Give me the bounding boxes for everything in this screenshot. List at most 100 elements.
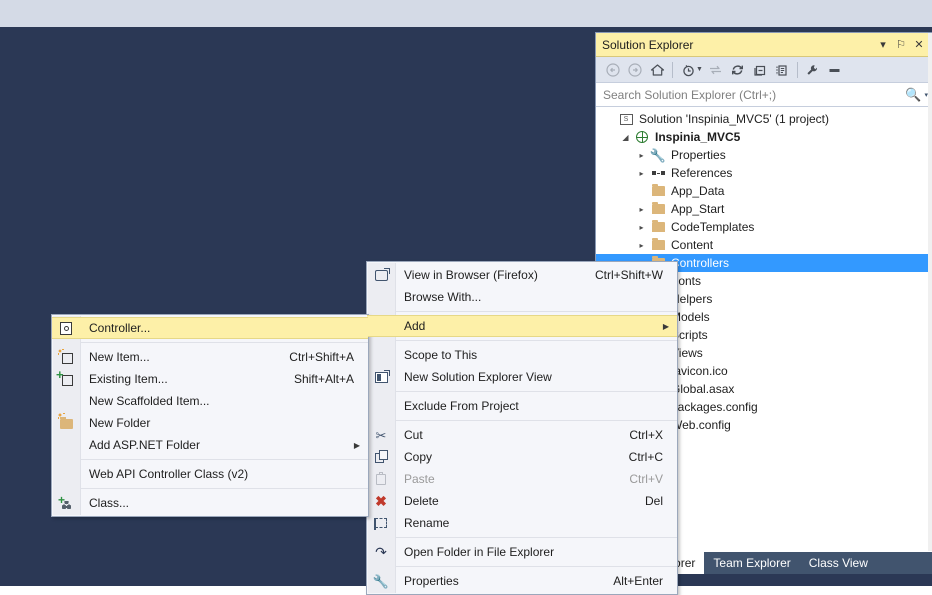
- tree-item-label: Inspinia_MVC5: [651, 130, 740, 144]
- add-submenu-item[interactable]: New Folder: [52, 412, 368, 434]
- back-icon[interactable]: [602, 60, 624, 80]
- pending-changes-dropdown-icon[interactable]: ▼: [696, 66, 703, 73]
- context-menu-item[interactable]: New Solution Explorer View: [367, 366, 677, 388]
- add-submenu-item[interactable]: Web API Controller Class (v2): [52, 463, 368, 485]
- preview-selected-items-icon[interactable]: [824, 60, 846, 80]
- menu-item-label: Copy: [395, 450, 629, 464]
- tree-item[interactable]: ▸ References: [596, 164, 932, 182]
- menu-item-label: Exclude From Project: [395, 399, 677, 413]
- context-menu-item[interactable]: Exclude From Project: [367, 395, 677, 417]
- context-menu-item[interactable]: ↷Open Folder in File Explorer: [367, 541, 677, 563]
- vertical-scrollbar[interactable]: [928, 33, 932, 551]
- add-submenu-item[interactable]: Add ASP.NET Folder▶: [52, 434, 368, 456]
- controller-icon: [52, 322, 80, 335]
- delete-icon: ✖: [367, 494, 395, 508]
- tree-item-label: Solution 'Inspinia_MVC5' (1 project): [635, 112, 829, 126]
- menu-item-label: Controller...: [80, 321, 368, 335]
- menu-item-shortcut: Ctrl+X: [629, 428, 677, 442]
- submenu-arrow-icon: ▶: [663, 322, 669, 331]
- menu-separator: [396, 537, 677, 538]
- properties-icon: 🔧: [649, 149, 667, 162]
- references-icon: [649, 171, 667, 175]
- sync-with-active-document-icon[interactable]: [705, 60, 727, 80]
- search-input[interactable]: [603, 88, 905, 102]
- menu-item-label: Class...: [80, 496, 368, 510]
- menu-separator: [81, 488, 368, 489]
- context-menu-item[interactable]: Add▶: [367, 315, 677, 337]
- pin-icon[interactable]: ⚐: [892, 36, 910, 54]
- tree-item[interactable]: App_Data: [596, 182, 932, 200]
- tree-item-label: App_Start: [667, 202, 724, 216]
- tab-team-explorer[interactable]: Team Explorer: [704, 552, 799, 574]
- context-menu-item[interactable]: Rename: [367, 512, 677, 534]
- menu-item-label: New Scaffolded Item...: [80, 394, 368, 408]
- add-submenu[interactable]: Controller... New Item...Ctrl+Shift+AExis…: [51, 314, 369, 517]
- search-icon[interactable]: 🔍: [905, 88, 921, 101]
- properties-window-icon[interactable]: [802, 60, 824, 80]
- web-project-icon: [633, 131, 651, 143]
- toolbar-separator-2: [797, 62, 798, 78]
- menu-separator: [396, 566, 677, 567]
- tree-item[interactable]: SSolution 'Inspinia_MVC5' (1 project): [596, 110, 932, 128]
- tree-item[interactable]: ▸ App_Start: [596, 200, 932, 218]
- solution-explorer-title: Solution Explorer: [602, 33, 874, 57]
- collapse-all-icon[interactable]: [749, 60, 771, 80]
- tree-item-label: References: [667, 166, 732, 180]
- expander-icon[interactable]: ▸: [634, 151, 649, 160]
- add-submenu-item[interactable]: Controller...: [52, 317, 368, 339]
- context-menu-item[interactable]: 🔧PropertiesAlt+Enter: [367, 570, 677, 592]
- context-menu-item: PasteCtrl+V: [367, 468, 677, 490]
- submenu-arrow-icon: ▶: [354, 441, 360, 450]
- folder-icon: [649, 222, 667, 232]
- menu-item-label: New Folder: [80, 416, 368, 430]
- context-menu-item[interactable]: View in Browser (Firefox)Ctrl+Shift+W: [367, 264, 677, 286]
- menu-item-shortcut: Ctrl+Shift+W: [595, 268, 677, 282]
- tab-class-view[interactable]: Class View: [800, 552, 877, 574]
- menu-separator: [81, 342, 368, 343]
- tree-item[interactable]: ▸ CodeTemplates: [596, 218, 932, 236]
- context-menu-item[interactable]: Browse With...: [367, 286, 677, 308]
- paste-icon: [367, 474, 395, 485]
- menu-item-shortcut: Ctrl+Shift+A: [289, 350, 368, 364]
- menu-separator: [396, 311, 677, 312]
- context-menu-item[interactable]: CopyCtrl+C: [367, 446, 677, 468]
- tree-item-label: CodeTemplates: [667, 220, 754, 234]
- context-menu-item[interactable]: ✂CutCtrl+X: [367, 424, 677, 446]
- rename-icon: [367, 518, 395, 528]
- add-submenu-item[interactable]: Class...: [52, 492, 368, 514]
- expander-icon[interactable]: ▸: [634, 169, 649, 178]
- menu-item-shortcut: Shift+Alt+A: [294, 372, 368, 386]
- tree-item[interactable]: ▸Content: [596, 236, 932, 254]
- menu-item-label: Web API Controller Class (v2): [80, 467, 368, 481]
- close-icon[interactable]: ✕: [910, 36, 928, 54]
- solution-icon: S: [617, 114, 635, 125]
- refresh-icon[interactable]: [727, 60, 749, 80]
- expander-icon[interactable]: ▸: [634, 223, 649, 232]
- show-all-files-icon[interactable]: [771, 60, 793, 80]
- context-menu[interactable]: View in Browser (Firefox)Ctrl+Shift+W Bro…: [366, 261, 678, 595]
- home-icon[interactable]: [646, 60, 668, 80]
- search-bar[interactable]: 🔍 ▾: [596, 83, 932, 107]
- menu-item-label: Paste: [395, 472, 629, 486]
- menu-item-label: Rename: [395, 516, 677, 530]
- context-menu-item[interactable]: ✖DeleteDel: [367, 490, 677, 512]
- expander-icon[interactable]: ▸: [634, 241, 649, 250]
- tree-item[interactable]: ▸🔧Properties: [596, 146, 932, 164]
- tree-item[interactable]: ◢ Inspinia_MVC5: [596, 128, 932, 146]
- forward-icon[interactable]: [624, 60, 646, 80]
- chevron-down-icon[interactable]: ▾: [874, 36, 892, 54]
- context-menu-item[interactable]: Scope to This: [367, 344, 677, 366]
- add-submenu-item[interactable]: New Item...Ctrl+Shift+A: [52, 346, 368, 368]
- expander-icon[interactable]: ◢: [618, 133, 633, 142]
- add-submenu-item[interactable]: Existing Item...Shift+Alt+A: [52, 368, 368, 390]
- open-folder-icon: ↷: [367, 545, 395, 559]
- menu-item-label: Delete: [395, 494, 645, 508]
- menu-item-label: Browse With...: [395, 290, 677, 304]
- add-submenu-item[interactable]: New Scaffolded Item...: [52, 390, 368, 412]
- tree-item-label: App_Data: [667, 184, 724, 198]
- tree-item-label: packages.config: [667, 400, 758, 414]
- expander-icon[interactable]: ▸: [634, 205, 649, 214]
- menu-item-label: Add: [395, 319, 677, 333]
- folder-icon: [649, 204, 667, 214]
- copy-icon: [367, 451, 395, 463]
